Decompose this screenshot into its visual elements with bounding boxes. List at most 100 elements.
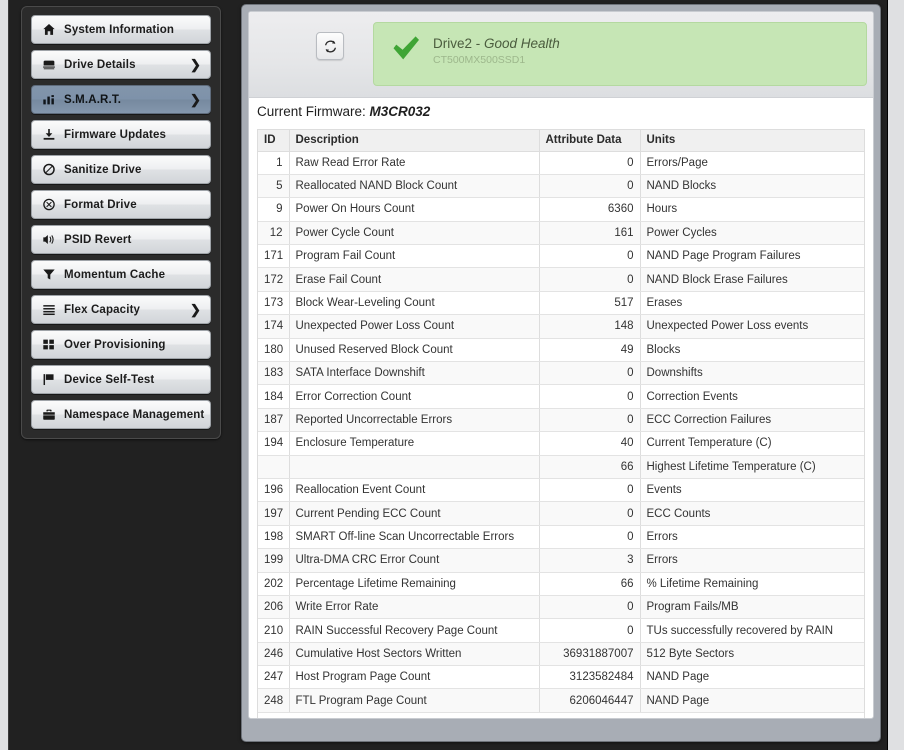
table-row[interactable]: 183 SATA Interface Downshift 0 Downshifts bbox=[258, 361, 864, 386]
sidebar-item-s-m-a-r-t[interactable]: S.M.A.R.T. ❯ bbox=[31, 85, 211, 114]
cell-id: 172 bbox=[258, 267, 290, 292]
sidebar-item-over-provisioning[interactable]: Over Provisioning bbox=[31, 330, 211, 359]
cell-units: Erases bbox=[640, 291, 864, 316]
green-check-icon bbox=[391, 34, 421, 62]
sidebar-item-sanitize-drive[interactable]: Sanitize Drive bbox=[31, 155, 211, 184]
cell-attribute-data: 517 bbox=[539, 291, 641, 316]
table-header-row: ID Description Attribute Data Units bbox=[258, 130, 864, 152]
sidebar-item-flex-capacity[interactable]: Flex Capacity ❯ bbox=[31, 295, 211, 324]
cell-units: Hours bbox=[640, 197, 864, 222]
cell-units: 512 Byte Sectors bbox=[640, 642, 864, 667]
cell-attribute-data: 49 bbox=[539, 338, 641, 363]
cell-description: Power On Hours Count bbox=[289, 197, 540, 222]
cell-attribute-data: 66 bbox=[539, 455, 641, 479]
cell-attribute-data: 0 bbox=[539, 244, 641, 269]
table-row[interactable]: 198 SMART Off-line Scan Uncorrectable Err… bbox=[258, 525, 864, 550]
health-separator: - bbox=[472, 36, 485, 51]
cell-id: 196 bbox=[258, 478, 290, 503]
cell-attribute-data: 3 bbox=[539, 548, 641, 573]
sidebar-item-drive-details[interactable]: Drive Details ❯ bbox=[31, 50, 211, 79]
cell-attribute-data: 0 bbox=[539, 361, 641, 386]
column-header-id[interactable]: ID bbox=[258, 130, 290, 152]
cell-units: NAND Page Program Failures bbox=[640, 244, 864, 269]
sidebar-item-device-self-test[interactable]: Device Self-Test bbox=[31, 365, 211, 394]
cell-id: 180 bbox=[258, 338, 290, 363]
cell-id: 174 bbox=[258, 314, 290, 339]
cell-description: Power Cycle Count bbox=[289, 221, 540, 246]
application-window: System Information Drive Details ❯ S.M.A.R.… bbox=[8, 0, 888, 750]
sidebar-item-label: Device Self-Test bbox=[64, 373, 155, 386]
refresh-button[interactable] bbox=[316, 32, 344, 60]
table-row[interactable]: 66 Highest Lifetime Temperature (C) bbox=[258, 455, 864, 479]
table-row[interactable]: 9 Power On Hours Count 6360 Hours bbox=[258, 197, 864, 222]
download-icon bbox=[41, 128, 57, 142]
table-row[interactable]: 174 Unexpected Power Loss Count 148 Unexpec… bbox=[258, 314, 864, 339]
table-row[interactable]: 172 Erase Fail Count 0 NAND Block Erase Fai… bbox=[258, 267, 864, 292]
table-row[interactable]: 5 Reallocated NAND Block Count 0 NAND Block… bbox=[258, 174, 864, 199]
sidebar-item-label: PSID Revert bbox=[64, 233, 132, 246]
table-header: ID Description Attribute Data Units bbox=[258, 130, 864, 152]
cell-attribute-data: 6360 bbox=[539, 197, 641, 222]
cell-attribute-data: 0 bbox=[539, 151, 641, 175]
cell-id: 194 bbox=[258, 431, 290, 456]
table-row[interactable]: 196 Reallocation Event Count 0 Events bbox=[258, 478, 864, 503]
table-row[interactable]: 171 Program Fail Count 0 NAND Page Program … bbox=[258, 244, 864, 269]
table-row[interactable]: 246 Cumulative Host Sectors Written 369318… bbox=[258, 642, 864, 667]
cell-units: % Lifetime Remaining bbox=[640, 572, 864, 596]
main-content-panel: Drive2 - Good Health CT500MX500SSD1 Curr… bbox=[241, 4, 881, 742]
table-row[interactable]: 187 Reported Uncorrectable Errors 0 ECC Cor… bbox=[258, 408, 864, 433]
sidebar-item-format-drive[interactable]: Format Drive bbox=[31, 190, 211, 219]
sidebar-item-momentum-cache[interactable]: Momentum Cache bbox=[31, 260, 211, 289]
table-row[interactable]: 202 Percentage Lifetime Remaining 66% Life… bbox=[258, 572, 864, 596]
column-header-attribute-data[interactable]: Attribute Data bbox=[539, 130, 641, 152]
sidebar-item-firmware-updates[interactable]: Firmware Updates bbox=[31, 120, 211, 149]
table-row[interactable]: 194 Enclosure Temperature 40 Current Temper… bbox=[258, 431, 864, 456]
cell-units: ECC Counts bbox=[640, 501, 864, 526]
cell-attribute-data: 0 bbox=[539, 595, 641, 620]
smart-attributes-table: ID Description Attribute Data Units 1 Raw… bbox=[258, 130, 864, 713]
sidebar-item-system-information[interactable]: System Information bbox=[31, 15, 211, 44]
table-row[interactable]: 184 Error Correction Count 0 Correction Eve… bbox=[258, 384, 864, 409]
cell-units: Blocks bbox=[640, 338, 864, 363]
table-row[interactable]: 206 Write Error Rate 0 Program Fails/MB bbox=[258, 595, 864, 620]
table-row[interactable]: 210 RAIN Successful Recovery Page Count 0 T… bbox=[258, 618, 864, 643]
funnel-icon bbox=[41, 268, 57, 282]
sidebar-item-namespace-management[interactable]: Namespace Management bbox=[31, 400, 211, 429]
cell-attribute-data: 40 bbox=[539, 431, 641, 456]
briefcase-icon bbox=[41, 408, 57, 422]
table-row[interactable]: 12 Power Cycle Count 161 Power Cycles bbox=[258, 221, 864, 246]
cell-attribute-data: 0 bbox=[539, 267, 641, 292]
cell-units: NAND Page bbox=[640, 665, 864, 690]
sidebar-item-psid-revert[interactable]: PSID Revert bbox=[31, 225, 211, 254]
table-row[interactable]: 1 Raw Read Error Rate 0 Errors/Page bbox=[258, 151, 864, 175]
table-row[interactable]: 180 Unused Reserved Block Count 49 Blocks bbox=[258, 338, 864, 363]
sidebar-item-label: Over Provisioning bbox=[64, 338, 166, 351]
cell-id: 210 bbox=[258, 618, 290, 643]
table-row[interactable]: 199 Ultra-DMA CRC Error Count 3 Errors bbox=[258, 548, 864, 573]
cell-units: Events bbox=[640, 478, 864, 503]
table-row[interactable]: 248 FTL Program Page Count 6206046447 NAND … bbox=[258, 688, 864, 713]
sidebar-item-label: Format Drive bbox=[64, 198, 137, 211]
cell-description: Percentage Lifetime Remaining bbox=[289, 572, 540, 596]
cell-description: Program Fail Count bbox=[289, 244, 540, 269]
chevron-right-icon: ❯ bbox=[189, 57, 201, 72]
table-row[interactable]: 247 Host Program Page Count 3123582484 NAND… bbox=[258, 665, 864, 690]
cell-description: Current Pending ECC Count bbox=[289, 501, 540, 526]
drive-model: CT500MX500SSD1 bbox=[433, 54, 526, 66]
table-row[interactable]: 173 Block Wear-Leveling Count 517 Erases bbox=[258, 291, 864, 316]
circle-x-icon bbox=[41, 198, 57, 212]
column-header-units[interactable]: Units bbox=[640, 130, 864, 152]
cell-id: 246 bbox=[258, 642, 290, 667]
chevron-right-icon: ❯ bbox=[189, 302, 201, 317]
cell-description: Write Error Rate bbox=[289, 595, 540, 620]
cell-attribute-data: 0 bbox=[539, 525, 641, 550]
sidebar-item-label: System Information bbox=[64, 23, 175, 36]
sidebar-item-label: Drive Details bbox=[64, 58, 136, 71]
cell-units: Unexpected Power Loss events bbox=[640, 314, 864, 339]
cell-attribute-data: 0 bbox=[539, 408, 641, 433]
cell-id: 206 bbox=[258, 595, 290, 620]
cell-attribute-data: 0 bbox=[539, 384, 641, 409]
column-header-description[interactable]: Description bbox=[289, 130, 540, 152]
cell-id: 197 bbox=[258, 501, 290, 526]
table-row[interactable]: 197 Current Pending ECC Count 0 ECC Counts bbox=[258, 501, 864, 526]
